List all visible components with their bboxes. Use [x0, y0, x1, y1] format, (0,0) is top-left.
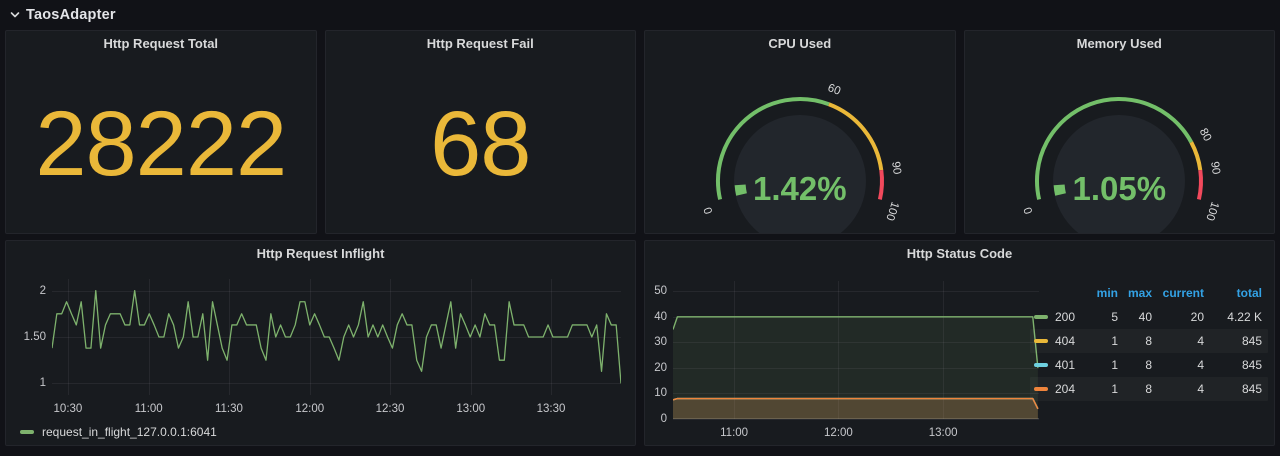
legend-cell: 5	[1086, 310, 1118, 324]
legend-cell: 845	[1204, 358, 1262, 372]
panel-title[interactable]: Http Status Code	[645, 241, 1274, 265]
panel-http-status-code: Http Status Code 50403020100 11:0012:001…	[644, 240, 1275, 446]
chevron-down-icon	[8, 8, 22, 22]
axis-tick-label: 1.50	[24, 331, 46, 343]
axis-tick-label: 11:00	[720, 427, 748, 439]
legend-cell: 4	[1152, 358, 1204, 372]
y-axis-labels: 50403020100	[645, 281, 673, 419]
legend-cell: 20	[1152, 310, 1204, 324]
legend-header-row: minmaxcurrenttotal	[1030, 281, 1268, 305]
panel-title[interactable]: Http Request Fail	[326, 31, 636, 55]
status-chart-plot[interactable]	[673, 281, 1039, 419]
axis-tick-label: 13:00	[929, 427, 958, 439]
axis-tick-label: 11:30	[215, 403, 243, 415]
axis-tick-label: 12:00	[295, 403, 324, 415]
legend-header-min[interactable]: min	[1086, 286, 1118, 300]
legend-cell: 1	[1086, 382, 1118, 396]
y-axis-labels: 2 1.50 1	[6, 279, 52, 395]
legend-header-max[interactable]: max	[1118, 286, 1152, 300]
legend-header-total[interactable]: total	[1204, 286, 1262, 300]
legend-swatch	[1034, 387, 1049, 391]
panel-cpu-used: CPU Used 1.42% 06090100	[644, 30, 956, 234]
legend-row-200[interactable]: 200540204.22 K	[1030, 305, 1268, 329]
x-axis-labels: 10:30 11:00 11:30 12:00 12:30 13:00 13:30	[52, 399, 621, 419]
section-title: TaosAdapter	[26, 7, 116, 23]
legend-table: minmaxcurrenttotal200540204.22 K40418484…	[1030, 281, 1268, 401]
legend-cell: 845	[1204, 382, 1262, 396]
gauge-tick-label: 90	[889, 161, 903, 175]
stat-value-http-request-total: 28222	[35, 98, 286, 190]
panel-title[interactable]: CPU Used	[645, 31, 955, 55]
x-axis-labels: 11:00 12:00 13:00	[673, 423, 1039, 443]
panel-http-request-inflight: Http Request Inflight 21.501 10:3011:001…	[5, 240, 636, 446]
legend-row-204[interactable]: 204184845	[1030, 377, 1268, 401]
inflight-chart-plot[interactable]	[52, 279, 621, 395]
legend-cell: 845	[1204, 334, 1262, 348]
panel-title[interactable]: Http Request Total	[6, 31, 316, 55]
panel-http-request-fail: Http Request Fail 68	[325, 30, 637, 234]
legend-cell: 4.22 K	[1204, 310, 1262, 324]
panel-title[interactable]: Http Request Inflight	[6, 241, 635, 265]
row-header-taosadapter[interactable]: TaosAdapter	[0, 0, 1280, 30]
legend-cell: 8	[1118, 334, 1152, 348]
gauge-value-cpu: 1.42%	[753, 170, 847, 208]
legend-cell: 8	[1118, 358, 1152, 372]
axis-tick-label: 40	[654, 311, 667, 323]
axis-tick-label: 12:30	[376, 403, 405, 415]
legend-swatch	[20, 430, 34, 434]
legend-row-404[interactable]: 404184845	[1030, 329, 1268, 353]
panel-title[interactable]: Memory Used	[965, 31, 1275, 55]
axis-tick-label: 10:30	[54, 403, 83, 415]
legend-cell: 40	[1118, 310, 1152, 324]
legend-cell: 1	[1086, 358, 1118, 372]
axis-tick-label: 50	[654, 285, 667, 297]
gauge-tick-label: 90	[1209, 161, 1223, 175]
legend-cell: 1	[1086, 334, 1118, 348]
legend-item-request-in-flight[interactable]: request_in_flight_127.0.0.1:6041	[20, 425, 217, 439]
legend-swatch	[1034, 363, 1049, 367]
gauge-value-memory: 1.05%	[1072, 170, 1166, 208]
legend-cell: 8	[1118, 382, 1152, 396]
stat-value-http-request-fail: 68	[430, 98, 530, 190]
axis-tick-label: 1	[40, 377, 46, 389]
axis-tick-label: 10	[654, 387, 667, 399]
cpu-gauge[interactable]: 1.42% 06090100	[685, 89, 915, 234]
panel-memory-used: Memory Used 1.05% 08090100	[964, 30, 1276, 234]
legend-cell: 204	[1049, 382, 1086, 396]
legend-cell: 404	[1049, 334, 1086, 348]
legend-swatch	[1034, 339, 1049, 343]
gridline	[673, 419, 1039, 420]
legend-cell: 401	[1049, 358, 1086, 372]
legend-label: request_in_flight_127.0.0.1:6041	[42, 425, 217, 439]
legend-row-401[interactable]: 401184845	[1030, 353, 1268, 377]
axis-tick-label: 30	[654, 336, 667, 348]
dashboard: TaosAdapter Http Request Total 28222 Htt…	[0, 0, 1280, 456]
gauge-arc	[1004, 89, 1234, 234]
axis-tick-label: 12:00	[824, 427, 853, 439]
axis-tick-label: 0	[661, 413, 667, 425]
panel-http-request-total: Http Request Total 28222	[5, 30, 317, 234]
legend-cell: 200	[1049, 310, 1086, 324]
memory-gauge[interactable]: 1.05% 08090100	[1004, 89, 1234, 234]
legend-header-current[interactable]: current	[1152, 286, 1204, 300]
axis-tick-label: 13:00	[456, 403, 485, 415]
legend-swatch	[1034, 315, 1049, 319]
axis-tick-label: 13:30	[537, 403, 566, 415]
axis-tick-label: 2	[40, 285, 46, 297]
legend-cell: 4	[1152, 382, 1204, 396]
axis-tick-label: 20	[654, 362, 667, 374]
axis-tick-label: 11:00	[135, 403, 163, 415]
gauge-arc	[685, 89, 915, 234]
legend-cell: 4	[1152, 334, 1204, 348]
